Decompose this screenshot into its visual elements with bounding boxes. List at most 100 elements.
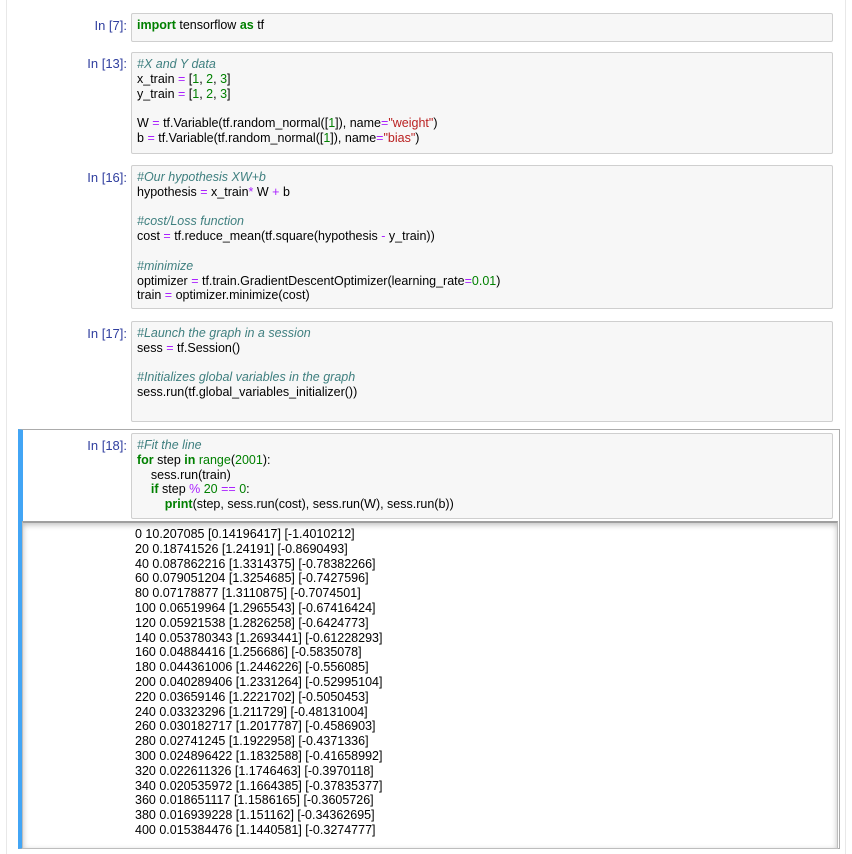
code-line: x_train = [1, 2, 3] (137, 72, 827, 87)
code-input[interactable]: #Fit the line for step in range(2001): se… (131, 433, 833, 519)
output-line: 300 0.024896422 [1.1832588] [-0.41658992… (135, 748, 383, 763)
code-line: for step in range(2001): (137, 453, 827, 468)
code-token: tf.reduce_mean(tf.square(hypothesis (170, 229, 382, 244)
code-token: W (137, 116, 153, 131)
code-token: hypothesis (137, 184, 201, 199)
code-token: print (164, 497, 193, 512)
code-input[interactable]: #X and Y data x_train = [1, 2, 3] y_train … (131, 52, 833, 154)
code-token: x_train (137, 71, 178, 86)
output-line: 280 0.02741245 [1.1922958] [-0.4371336] (135, 734, 369, 749)
output-line: 200 0.040289406 [1.2331264] [-0.52995104… (135, 674, 383, 689)
code-line: hypothesis = x_train* W + b (137, 185, 827, 200)
code-token: sess (137, 340, 167, 355)
code-token: optimizer (137, 273, 192, 288)
code-token: 20 (203, 482, 218, 497)
code-token: tf.train.GradientDescentOptimizer(learni… (198, 273, 465, 288)
output-line: 360 0.018651117 [1.1586165] [-0.3605726] (135, 793, 374, 808)
cell-prompt: In [13]: (87, 56, 127, 71)
output-line: 340 0.020535972 [1.1664385] [-0.37835377… (135, 778, 383, 793)
code-token: #Launch the graph in a session (137, 326, 311, 340)
code-token: b (137, 130, 148, 145)
code-token: 3 (220, 71, 228, 86)
code-token: == (221, 482, 236, 497)
code-token: 3 (220, 86, 228, 101)
code-token: = (147, 130, 155, 145)
code-line: sess.run(tf.global_variables_initializer… (137, 385, 827, 400)
code-line: #Initializes global variables in the gra… (137, 370, 827, 385)
code-token: % (189, 482, 201, 497)
code-token: "bias" (383, 130, 416, 145)
code-token: train (137, 288, 165, 303)
code-token: tf.Variable(tf.random_normal([ (154, 130, 324, 145)
code-token: 0.01 (471, 273, 497, 288)
code-token: #Initializes global variables in the gra… (137, 370, 356, 385)
output-line: 320 0.022611326 [1.1746463] [-0.3970118] (135, 763, 374, 778)
cell-prompt: In [16]: (87, 170, 127, 185)
code-token: x_train (207, 184, 249, 199)
output-text: 0 10.207085 [0.14196417] [-1.4010212] 20 … (135, 527, 382, 838)
code-token: = (191, 273, 199, 288)
code-token: if (150, 482, 159, 497)
output-line: 20 0.18741526 [1.24191] [-0.8690493] (135, 541, 348, 556)
output-line: 220 0.03659146 [1.2221702] [-0.5050453] (135, 689, 369, 704)
code-token: cost (137, 229, 164, 244)
code-token: in (184, 452, 196, 467)
code-token: for (137, 452, 154, 467)
code-token: y_train)) (385, 229, 435, 244)
code-token: : (246, 482, 250, 497)
code-token: (step, sess.run(cost), sess.run(W), sess… (192, 497, 454, 512)
code-line: cost = tf.reduce_mean(tf.square(hypothes… (137, 229, 827, 244)
output-line: 180 0.044361006 [1.2446226] [-0.556085] (135, 660, 369, 675)
code-token: #Our hypothesis XW+b (137, 170, 266, 184)
code-token: tensorflow (175, 18, 240, 32)
code-line: #minimize (137, 259, 827, 274)
code-token: sess.run(train) (137, 467, 231, 482)
code-token: ) (496, 273, 501, 288)
output-line: 380 0.016939228 [1.151162] [-0.34362695] (135, 808, 375, 823)
code-token: ): (262, 452, 271, 467)
code-line: #Our hypothesis XW+b (137, 170, 827, 185)
cell-output-area[interactable]: 0 10.207085 [0.14196417] [-1.4010212] 20 … (22, 521, 838, 849)
code-token: ]), name (330, 130, 377, 145)
output-line: 40 0.087862216 [1.3314375] [-0.78382266] (135, 556, 376, 571)
code-token: = (164, 288, 173, 303)
code-token: sess.run(tf.global_variables_initializer… (137, 385, 358, 400)
code-token: ] (227, 71, 231, 86)
code-line: sess = tf.Session() (137, 341, 827, 356)
code-token: tf (253, 18, 265, 32)
code-token: #cost/Loss function (137, 214, 245, 229)
code-token: #Fit the line (137, 438, 202, 452)
output-line: 160 0.04884416 [1.256686] [-0.5835078] (135, 645, 362, 660)
code-token: #X and Y data (137, 57, 216, 71)
code-token: optimizer.minimize(cost) (172, 288, 310, 303)
code-token: tf.Variable(tf.random_normal([ (159, 116, 329, 131)
output-line: 100 0.06519964 [1.2965543] [-0.67416424] (135, 600, 376, 615)
code-line: #cost/Loss function (137, 214, 827, 229)
code-input[interactable]: #Our hypothesis XW+b hypothesis = x_train… (131, 165, 833, 309)
code-line: import tensorflow as tf (137, 18, 827, 33)
code-input[interactable]: import tensorflow as tf (131, 13, 833, 42)
code-input[interactable]: #Launch the graph in a session sess = tf.… (131, 321, 833, 422)
output-line: 140 0.053780343 [1.2693441] [-0.61228293… (135, 630, 383, 645)
code-token: b (279, 184, 290, 199)
output-line: 240 0.03323296 [1.211729] [-0.48131004] (135, 704, 368, 719)
code-token: ) (415, 130, 420, 145)
cell-prompt: In [18]: (87, 438, 127, 453)
code-token: range (198, 452, 231, 467)
output-line: 80 0.07178877 [1.3110875] [-0.7074501] (135, 586, 361, 601)
code-token: y_train (137, 86, 178, 101)
notebook-container: In [7]: import tensorflow as tf In [13]:… (6, 0, 846, 854)
code-line: train = optimizer.minimize(cost) (137, 288, 827, 303)
code-token: ] (227, 86, 231, 101)
code-token: ) (433, 116, 438, 131)
code-token: 2001 (235, 452, 263, 467)
code-token: "weight" (388, 116, 434, 131)
code-token: = (200, 184, 208, 199)
code-token: W (253, 184, 273, 199)
code-line: if step % 20 == 0: (137, 482, 827, 497)
